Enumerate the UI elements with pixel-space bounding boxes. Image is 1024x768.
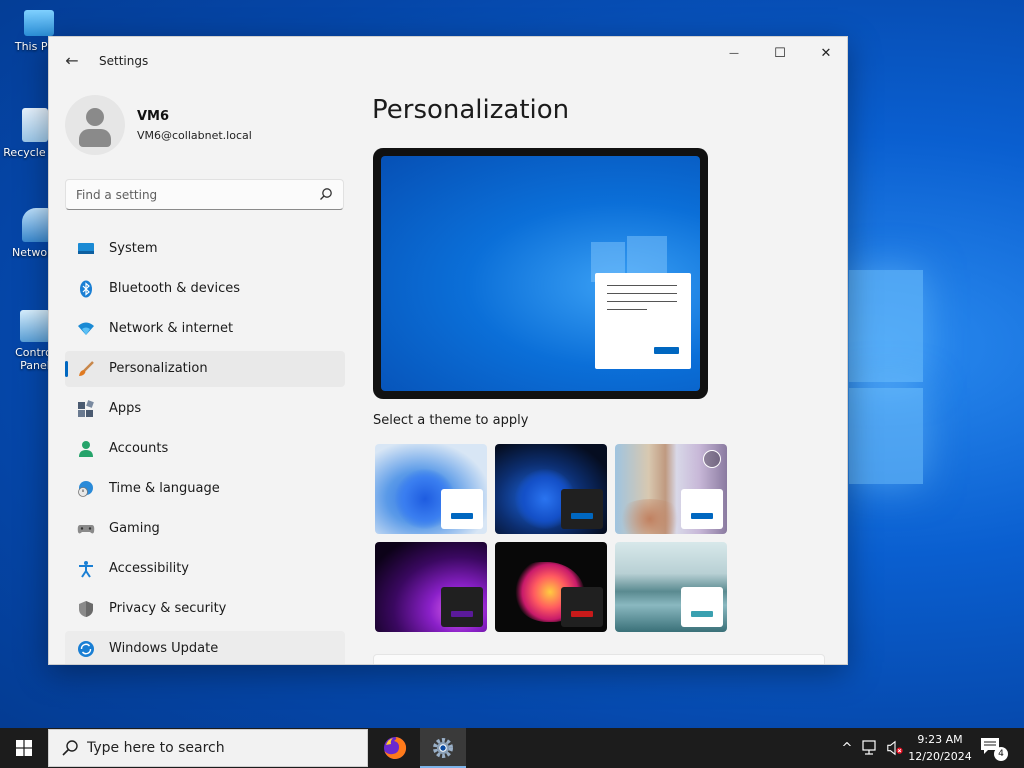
theme-flow[interactable] [615, 542, 727, 632]
back-button[interactable]: ← [61, 49, 83, 71]
theme-windows-light[interactable] [375, 444, 487, 534]
slideshow-icon [703, 450, 721, 468]
accessibility-icon [79, 561, 93, 578]
sidebar-item-label: Network & internet [109, 321, 234, 336]
sidebar-item-personalization[interactable]: Personalization [65, 351, 345, 387]
maximize-button[interactable]: ☐ [757, 37, 803, 69]
sidebar-item-label: Time & language [109, 481, 220, 496]
update-icon [78, 641, 94, 657]
sidebar-item-label: Apps [109, 401, 142, 416]
taskbar-app-firefox[interactable] [372, 728, 418, 768]
close-icon: ✕ [820, 45, 832, 61]
taskbar-search-box[interactable] [48, 729, 368, 767]
sidebar-nav: System Bluetooth & devices Network & int… [65, 231, 345, 664]
taskbar: ^ 9:23 AM 12/20/2024 4 [0, 728, 1024, 768]
back-arrow-icon: ← [65, 50, 79, 70]
taskbar-clock[interactable]: 9:23 AM 12/20/2024 [905, 731, 975, 765]
tray-network-button[interactable] [862, 738, 880, 758]
clock-date: 12/20/2024 [908, 750, 972, 763]
theme-mini-window [561, 587, 603, 627]
theme-glow[interactable] [375, 542, 487, 632]
theme-windows-spotlight[interactable] [615, 444, 727, 534]
sidebar-item-label: Windows Update [109, 641, 219, 656]
tray-volume-button[interactable] [886, 738, 904, 758]
maximize-icon: ☐ [774, 45, 786, 61]
firefox-icon [384, 736, 407, 759]
computer-icon [24, 10, 54, 36]
sidebar-item-gaming[interactable]: Gaming [65, 511, 345, 547]
search-icon [320, 188, 332, 200]
sidebar-item-apps[interactable]: Apps [65, 391, 345, 427]
network-icon [862, 740, 876, 755]
system-monitor-icon [78, 243, 94, 254]
theme-mini-window [441, 489, 483, 529]
taskbar-app-settings[interactable] [420, 728, 466, 768]
apps-icon [78, 400, 94, 417]
themes-section-label: Select a theme to apply [373, 413, 529, 428]
sidebar-item-accounts[interactable]: Accounts [65, 431, 345, 467]
shield-icon [79, 601, 93, 617]
notification-center-button[interactable]: 4 [980, 737, 1008, 761]
sidebar-item-label: Accessibility [109, 561, 189, 576]
sidebar-item-label: Bluetooth & devices [109, 281, 240, 296]
sidebar-item-bluetooth[interactable]: Bluetooth & devices [65, 271, 345, 307]
sidebar-item-system[interactable]: System [65, 231, 345, 267]
settings-window: ← Settings — ☐ ✕ VM6 VM6@collabnet.local [48, 36, 848, 665]
user-name: VM6 [137, 109, 170, 124]
theme-mini-window [441, 587, 483, 627]
sidebar-item-accessibility[interactable]: Accessibility [65, 551, 345, 587]
settings-gear-icon [433, 738, 453, 758]
next-settings-card[interactable] [373, 654, 825, 664]
theme-mini-window [681, 489, 723, 529]
theme-mini-window [681, 587, 723, 627]
avatar [65, 95, 125, 155]
control-panel-icon [20, 310, 50, 342]
title-bar: ← Settings — ☐ ✕ [49, 37, 847, 85]
active-indicator [65, 361, 68, 377]
find-setting-input[interactable] [66, 180, 306, 209]
page-title: Personalization [372, 95, 570, 125]
search-icon [62, 740, 78, 756]
theme-preview [373, 148, 708, 399]
bluetooth-icon [80, 280, 92, 298]
network-icon [22, 208, 50, 242]
theme-windows-dark[interactable] [495, 444, 607, 534]
theme-mini-window [561, 489, 603, 529]
preview-window [595, 273, 691, 369]
user-email: VM6@collabnet.local [137, 129, 252, 142]
minimize-button[interactable]: — [711, 37, 757, 69]
sidebar-item-windows-update[interactable]: Windows Update [65, 631, 345, 664]
sidebar-item-label: System [109, 241, 158, 256]
volume-muted-icon [887, 740, 903, 756]
clock-time: 9:23 AM [917, 733, 963, 746]
sidebar-item-label: Accounts [109, 441, 169, 456]
sidebar-item-label: Personalization [109, 361, 208, 376]
app-title: Settings [99, 54, 149, 68]
preview-screen [381, 156, 700, 391]
find-setting-box[interactable] [65, 179, 344, 210]
chevron-up-icon: ^ [841, 740, 853, 756]
paintbrush-icon [79, 361, 94, 376]
windows-start-icon [16, 740, 32, 756]
tray-overflow-button[interactable]: ^ [838, 738, 856, 758]
gamepad-icon [77, 525, 95, 534]
notification-count-badge: 4 [994, 747, 1008, 761]
sidebar-item-label: Gaming [109, 521, 160, 536]
sidebar-item-network[interactable]: Network & internet [65, 311, 345, 347]
preview-accent-button [654, 347, 679, 354]
taskbar-search-input[interactable] [87, 730, 357, 766]
sidebar-item-label: Privacy & security [109, 601, 227, 616]
wifi-icon [78, 322, 94, 335]
person-icon [79, 441, 93, 457]
close-button[interactable]: ✕ [803, 37, 847, 69]
start-button[interactable] [0, 728, 48, 768]
theme-captured-motion[interactable] [495, 542, 607, 632]
minimize-icon: — [729, 47, 739, 59]
recycle-bin-icon [22, 108, 48, 142]
sidebar-item-privacy-security[interactable]: Privacy & security [65, 591, 345, 627]
sidebar-item-time-language[interactable]: Time & language [65, 471, 345, 507]
globe-clock-icon [78, 481, 93, 497]
